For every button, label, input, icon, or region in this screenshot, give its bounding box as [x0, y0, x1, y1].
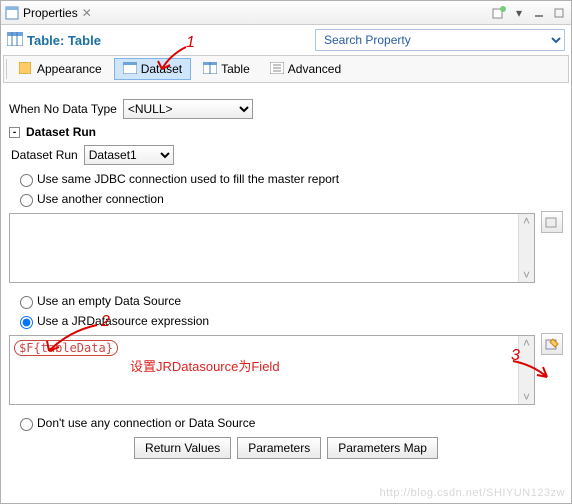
titlebar: Properties ✕ ▾ — [1, 1, 571, 25]
radio-another-connection[interactable]: Use another connection — [15, 191, 563, 207]
tab-appearance[interactable]: Appearance — [11, 59, 110, 79]
section-dataset-run[interactable]: - Dataset Run — [9, 125, 563, 139]
parameters-button[interactable]: Parameters — [237, 437, 321, 459]
when-no-data-label: When No Data Type — [9, 102, 117, 116]
view-menu-icon[interactable]: ▾ — [511, 5, 527, 21]
dataset-run-label: Dataset Run — [11, 148, 78, 162]
connection-expression-box[interactable]: ˄˅ — [9, 213, 535, 283]
radio-no-connection-label: Don't use any connection or Data Source — [37, 416, 255, 430]
page-title: Table: Table — [27, 33, 101, 48]
radio-same-connection[interactable]: Use same JDBC connection used to fill th… — [15, 171, 563, 187]
watermark: http://blog.csdn.net/SHIYUN123zw — [380, 487, 565, 499]
table-icon — [7, 32, 23, 49]
advanced-icon — [270, 62, 284, 76]
collapse-icon[interactable]: - — [9, 127, 20, 138]
radio-empty-ds[interactable]: Use an empty Data Source — [15, 293, 563, 309]
maximize-icon[interactable] — [551, 5, 567, 21]
appearance-icon — [19, 62, 33, 76]
new-view-icon[interactable] — [491, 5, 507, 21]
return-values-button[interactable]: Return Values — [134, 437, 231, 459]
titlebar-title: Properties — [23, 6, 78, 20]
radio-another-connection-label: Use another connection — [37, 192, 164, 206]
when-no-data-select[interactable]: <NULL> — [123, 99, 253, 119]
annotation-text: 设置JRDatasource为Field — [130, 356, 280, 375]
radio-jrdatasource-label: Use a JRDatasource expression — [37, 314, 209, 328]
tab-table-label: Table — [221, 62, 250, 76]
jrdatasource-expression-box[interactable]: $F{tableData} 设置JRDatasource为Field ˄˅ — [9, 335, 535, 405]
table-tab-icon — [203, 62, 217, 76]
tab-appearance-label: Appearance — [37, 62, 102, 76]
dataset-run-select[interactable]: Dataset1 — [84, 145, 174, 165]
radio-empty-ds-label: Use an empty Data Source — [37, 294, 181, 308]
scrollbar[interactable]: ˄˅ — [518, 214, 534, 282]
header: Table: Table Search Property — [1, 25, 571, 55]
tab-advanced-label: Advanced — [288, 62, 341, 76]
minimize-icon[interactable] — [531, 5, 547, 21]
radio-same-connection-label: Use same JDBC connection used to fill th… — [37, 172, 339, 186]
properties-icon — [5, 6, 19, 20]
tab-bar: Appearance Dataset Table Advanced — [3, 55, 569, 83]
close-tab-icon[interactable]: ✕ — [82, 6, 92, 20]
tab-table[interactable]: Table — [195, 59, 258, 79]
edit-expression-button[interactable] — [541, 333, 563, 355]
radio-no-connection[interactable]: Don't use any connection or Data Source — [15, 415, 563, 431]
edit-connection-button[interactable] — [541, 211, 563, 233]
tab-dataset-label: Dataset — [141, 62, 182, 76]
tab-dataset[interactable]: Dataset — [114, 58, 191, 80]
scrollbar[interactable]: ˄˅ — [518, 336, 534, 404]
dataset-icon — [123, 62, 137, 76]
form-body: When No Data Type <NULL> - Dataset Run D… — [1, 83, 571, 463]
section-title: Dataset Run — [26, 125, 96, 139]
parameters-map-button[interactable]: Parameters Map — [327, 437, 438, 459]
tab-advanced[interactable]: Advanced — [262, 59, 349, 79]
expression-value: $F{tableData} — [14, 340, 118, 356]
radio-jrdatasource[interactable]: Use a JRDatasource expression — [15, 313, 563, 329]
search-property-input[interactable]: Search Property — [315, 29, 565, 51]
